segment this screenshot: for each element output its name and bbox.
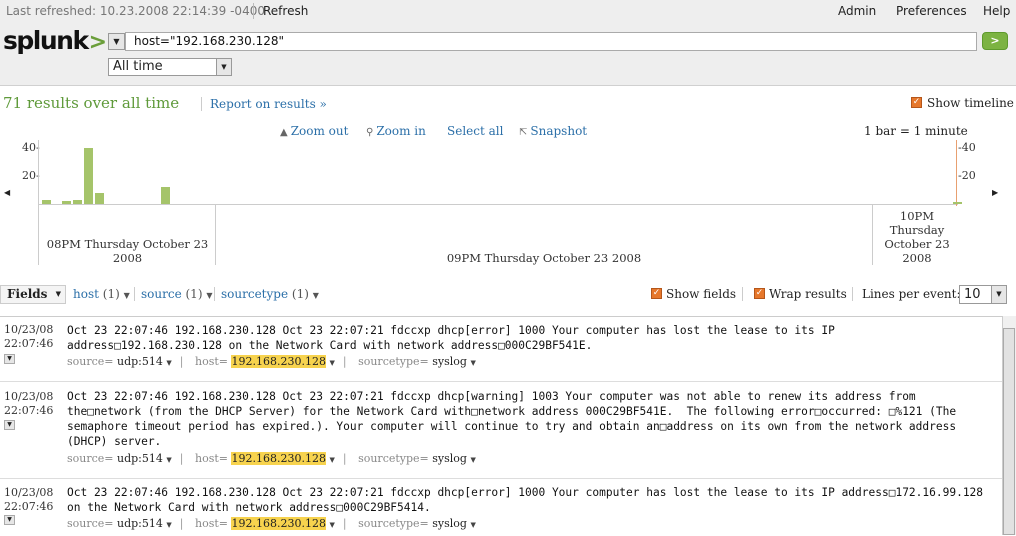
- field-chip-host[interactable]: host (1) ▼: [73, 287, 130, 301]
- wrap-results-checkbox[interactable]: ✓: [754, 288, 765, 299]
- event-source-value[interactable]: udp:514: [117, 355, 163, 368]
- chevron-down-icon[interactable]: ▼: [470, 456, 475, 464]
- preferences-link[interactable]: Preferences: [896, 4, 967, 18]
- select-all-button[interactable]: Select all: [447, 124, 503, 138]
- event-row[interactable]: 10/23/08 22:07:46 ▼ Oct 23 22:07:46 192.1…: [0, 479, 1002, 536]
- event-raw-text: Oct 23 22:07:46 192.168.230.128 Oct 23 2…: [67, 324, 842, 352]
- divider: [852, 287, 853, 301]
- lines-per-event-label: Lines per event:: [862, 287, 961, 301]
- event-fields: source= udp:514 ▼ | host= 192.168.230.128…: [67, 452, 476, 465]
- chevron-down-icon[interactable]: ▼: [329, 456, 334, 464]
- chevron-down-icon: ▼: [206, 291, 213, 300]
- event-row[interactable]: 10/23/08 22:07:46 ▼ Oct 23 22:07:46 192.1…: [0, 317, 1002, 382]
- timeline-date-left: 08PM Thursday October 23 2008: [46, 237, 209, 265]
- lines-per-event-select[interactable]: 10 ▼: [959, 285, 1007, 304]
- event-host-value[interactable]: 192.168.230.128: [231, 452, 326, 465]
- splunk-logo[interactable]: splunk>: [3, 26, 107, 55]
- snapshot-button[interactable]: ⇱ Snapshot: [519, 124, 587, 138]
- wrap-results-label: Wrap results: [769, 287, 847, 301]
- timeline-bars[interactable]: [40, 148, 962, 204]
- show-fields-checkbox[interactable]: ✓: [651, 288, 662, 299]
- timeline-bar[interactable]: [42, 200, 51, 204]
- help-link[interactable]: Help: [983, 4, 1010, 18]
- zoom-out-button[interactable]: ▲ Zoom out: [280, 124, 348, 138]
- event-host-value[interactable]: 192.168.230.128: [231, 355, 326, 368]
- event-source-value[interactable]: udp:514: [117, 517, 163, 530]
- timeline-baseline: [38, 204, 958, 205]
- event-host-value[interactable]: 192.168.230.128: [231, 517, 326, 530]
- chevron-down-icon: ▼: [991, 286, 1006, 303]
- show-timeline-label: Show timeline: [927, 96, 1014, 110]
- snapshot-icon: ⇱: [519, 127, 528, 138]
- timeline-date-right: 10PM Thursday October 23 2008: [884, 209, 950, 265]
- event-raw-text: Oct 23 22:07:46 192.168.230.128 Oct 23 2…: [67, 390, 963, 448]
- chevron-down-icon[interactable]: ▼: [470, 521, 475, 529]
- divider: [253, 3, 254, 19]
- admin-link[interactable]: Admin: [838, 4, 876, 18]
- event-row[interactable]: 10/23/08 22:07:46 ▼ Oct 23 22:07:46 192.1…: [0, 382, 1002, 479]
- event-menu-button[interactable]: ▼: [4, 515, 15, 525]
- event-fields: source= udp:514 ▼ | host= 192.168.230.128…: [67, 517, 476, 530]
- events-scrollbar-thumb[interactable]: [1003, 328, 1015, 535]
- last-refreshed-value: 10.23.2008 22:14:39 -0400: [99, 4, 265, 18]
- event-timestamp: 10/23/08 22:07:46: [4, 390, 54, 417]
- search-history-dropdown[interactable]: ▼: [108, 33, 125, 50]
- event-sourcetype-value[interactable]: syslog: [432, 355, 467, 368]
- refresh-link[interactable]: Refresh: [263, 4, 308, 18]
- zoom-out-icon: ▲: [280, 127, 288, 138]
- timeline-axis: [38, 140, 39, 265]
- chevron-down-icon: ▼: [113, 37, 120, 46]
- event-sourcetype-value[interactable]: syslog: [432, 452, 467, 465]
- divider: [214, 287, 215, 301]
- results-count: 71 results over all time: [3, 94, 180, 112]
- event-sourcetype-value[interactable]: syslog: [432, 517, 467, 530]
- timeline-scale: 1 bar = 1 minute: [864, 124, 968, 138]
- timeline-bar[interactable]: [73, 200, 82, 204]
- magnifier-icon: ⚲: [366, 127, 374, 138]
- last-refreshed-label: Last refreshed: 10.23.2008 22:14:39 -040…: [6, 4, 265, 18]
- event-source-value[interactable]: udp:514: [117, 452, 163, 465]
- search-input[interactable]: host="192.168.230.128": [125, 32, 977, 51]
- chevron-down-icon: ▼: [123, 291, 130, 300]
- show-fields-label: Show fields: [666, 287, 737, 301]
- field-chip-sourcetype[interactable]: sourcetype (1) ▼: [221, 287, 319, 301]
- timeline-bar[interactable]: [953, 202, 962, 204]
- timeline-bar[interactable]: [161, 187, 170, 204]
- timeline-bar[interactable]: [84, 148, 93, 204]
- chevron-down-icon[interactable]: ▼: [470, 359, 475, 367]
- zoom-in-button[interactable]: ⚲ Zoom in: [366, 124, 426, 138]
- search-go-button[interactable]: >: [982, 32, 1008, 50]
- timeline-bar[interactable]: [62, 201, 71, 204]
- event-menu-button[interactable]: ▼: [4, 420, 15, 430]
- chevron-down-icon[interactable]: ▼: [166, 456, 171, 464]
- event-menu-button[interactable]: ▼: [4, 354, 15, 364]
- field-chip-source[interactable]: source (1) ▼: [141, 287, 212, 301]
- event-timestamp: 10/23/08 22:07:46: [4, 323, 54, 350]
- divider: [134, 287, 135, 301]
- chevron-down-icon[interactable]: ▼: [166, 521, 171, 529]
- timeline-date-mid: 09PM Thursday October 23 2008: [446, 251, 642, 265]
- timeline-left-arrow[interactable]: ◀: [4, 188, 10, 197]
- event-fields: source= udp:514 ▼ | host= 192.168.230.128…: [67, 355, 476, 368]
- fields-button[interactable]: Fields ▼: [0, 285, 66, 304]
- chevron-down-icon: ▼: [216, 59, 231, 75]
- chevron-down-icon[interactable]: ▼: [166, 359, 171, 367]
- chevron-down-icon: ▼: [312, 291, 319, 300]
- y-tick-label-right: -20: [958, 169, 976, 182]
- report-on-results-link[interactable]: Report on results »: [201, 97, 327, 111]
- timeline-right-arrow[interactable]: ▶: [992, 188, 998, 197]
- event-raw-text: Oct 23 22:07:46 192.168.230.128 Oct 23 2…: [67, 486, 990, 514]
- timeline-bar[interactable]: [95, 193, 104, 204]
- y-tick-label-right: -40: [958, 141, 976, 154]
- event-timestamp: 10/23/08 22:07:46: [4, 486, 54, 513]
- time-range-select[interactable]: All time ▼: [108, 58, 232, 76]
- events-list: 10/23/08 22:07:46 ▼ Oct 23 22:07:46 192.1…: [0, 316, 1002, 536]
- chevron-down-icon[interactable]: ▼: [329, 359, 334, 367]
- show-timeline-checkbox[interactable]: ✓: [911, 97, 922, 108]
- divider: [742, 287, 743, 301]
- chevron-down-icon: ▼: [55, 290, 61, 298]
- chevron-down-icon[interactable]: ▼: [329, 521, 334, 529]
